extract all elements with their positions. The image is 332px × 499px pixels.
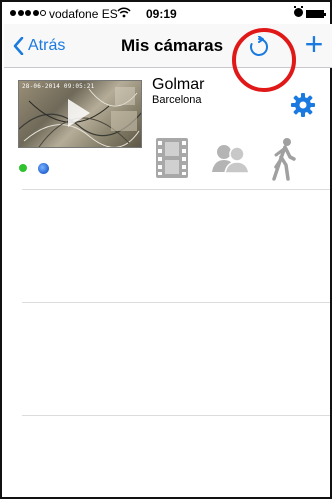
- row-divider: [22, 189, 330, 190]
- back-button[interactable]: Atrás: [13, 35, 65, 57]
- signal-strength-icon: [10, 10, 46, 16]
- gear-icon: [291, 93, 315, 117]
- play-icon: [68, 99, 90, 127]
- carrier-name: vodafone ES: [49, 7, 118, 21]
- status-bar: vodafone ES 09:19: [4, 4, 332, 24]
- navigation-bar: Atrás Mis cámaras +: [4, 24, 332, 92]
- people-icon[interactable]: [210, 142, 250, 174]
- camera-name: Golmar: [152, 76, 205, 93]
- camera-thumbnail[interactable]: 28-06-2014 09:05:21: [18, 80, 142, 148]
- row-divider: [22, 302, 330, 303]
- add-camera-button[interactable]: +: [300, 28, 328, 60]
- refresh-button[interactable]: [248, 35, 270, 58]
- back-button-label: Atrás: [28, 37, 66, 54]
- motion-walker-icon[interactable]: [268, 137, 300, 181]
- snapshot-timestamp: 28-06-2014 09:05:21: [22, 83, 95, 90]
- battery-icon: [306, 10, 326, 18]
- film-icon[interactable]: [156, 138, 188, 178]
- online-status-indicator: [19, 164, 27, 172]
- camera-settings-button[interactable]: [290, 92, 316, 118]
- row-divider: [22, 415, 330, 416]
- globe-icon: [38, 163, 49, 174]
- alarm-icon: [293, 6, 304, 21]
- camera-location: Barcelona: [152, 94, 202, 106]
- clock: 09:19: [146, 7, 177, 21]
- screen-frame: vodafone ES 09:19 Atrás Mis cámaras + 28…: [0, 0, 332, 499]
- chevron-left-icon: [13, 37, 24, 55]
- wifi-icon: [117, 7, 131, 21]
- camera-list-item[interactable]: 28-06-2014 09:05:21 Golmar Barcelona: [4, 76, 332, 190]
- refresh-icon: [250, 35, 268, 56]
